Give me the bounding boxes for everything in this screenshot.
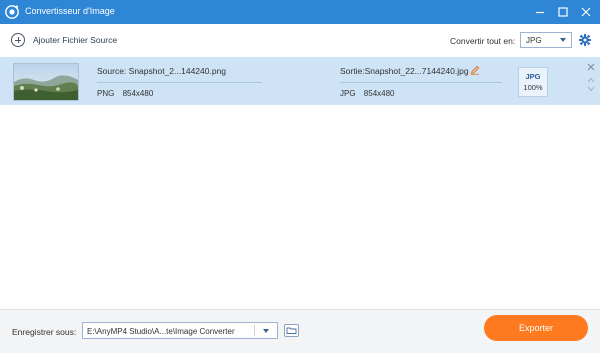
output-path-value: E:\AnyMP4 Studio\A...te\Image Converter [87,327,235,336]
add-source-file-button[interactable]: Ajouter Fichier Source [11,32,117,48]
convert-all-format-value: JPG [526,36,542,45]
open-folder-icon[interactable] [284,324,299,337]
source-format: PNG [97,89,115,98]
output-quality: 100% [523,83,543,92]
path-divider [254,325,255,336]
chevron-down-icon [560,38,566,42]
toolbar: Ajouter Fichier Source Convertir tout en… [0,24,600,56]
output-format: JPG [340,89,356,98]
add-source-file-label: Ajouter Fichier Source [33,35,118,45]
edit-pencil-icon[interactable] [470,65,480,75]
export-button[interactable]: Exporter [484,315,588,341]
plus-circle-icon [11,33,25,47]
output-file-name: Sortie:Snapshot_22...7144240.jpg [340,66,469,76]
bottom-bar: Enregistrer sous: E:\AnyMP4 Studio\A...t… [0,309,600,353]
file-thumbnail [13,63,79,101]
move-up-icon[interactable] [587,76,595,83]
file-list-item[interactable]: Source: Snapshot_2...144240.png PNG 854x… [0,57,600,105]
chevron-down-icon [263,329,269,333]
save-to-label: Enregistrer sous: [12,327,77,337]
output-resolution: 854x480 [363,89,395,98]
gear-icon[interactable] [579,34,591,46]
minimize-icon[interactable] [532,4,548,20]
output-format-badge: JPG [525,72,541,81]
source-file-info: PNG 854x480 [97,89,153,98]
source-divider [97,82,262,83]
remove-file-icon[interactable] [586,62,596,72]
convert-all-label: Convertir tout en: [450,36,516,46]
export-label: Exporter [518,323,553,333]
app-logo-icon [5,4,19,19]
source-file-name: Source: Snapshot_2...144240.png [97,66,227,76]
output-file-info: JPG 854x480 [340,89,395,98]
move-down-icon[interactable] [587,85,595,92]
window-title: Convertisseur d'Image [25,6,115,16]
convert-all-format-select[interactable]: JPG [520,32,572,48]
title-bar: Convertisseur d'Image [0,0,600,24]
maximize-icon[interactable] [555,4,571,20]
close-icon[interactable] [578,4,594,20]
output-path-select[interactable]: E:\AnyMP4 Studio\A...te\Image Converter [82,322,278,339]
source-resolution: 854x480 [122,89,154,98]
output-divider [340,82,502,83]
output-format-button[interactable]: JPG 100% [518,67,548,97]
